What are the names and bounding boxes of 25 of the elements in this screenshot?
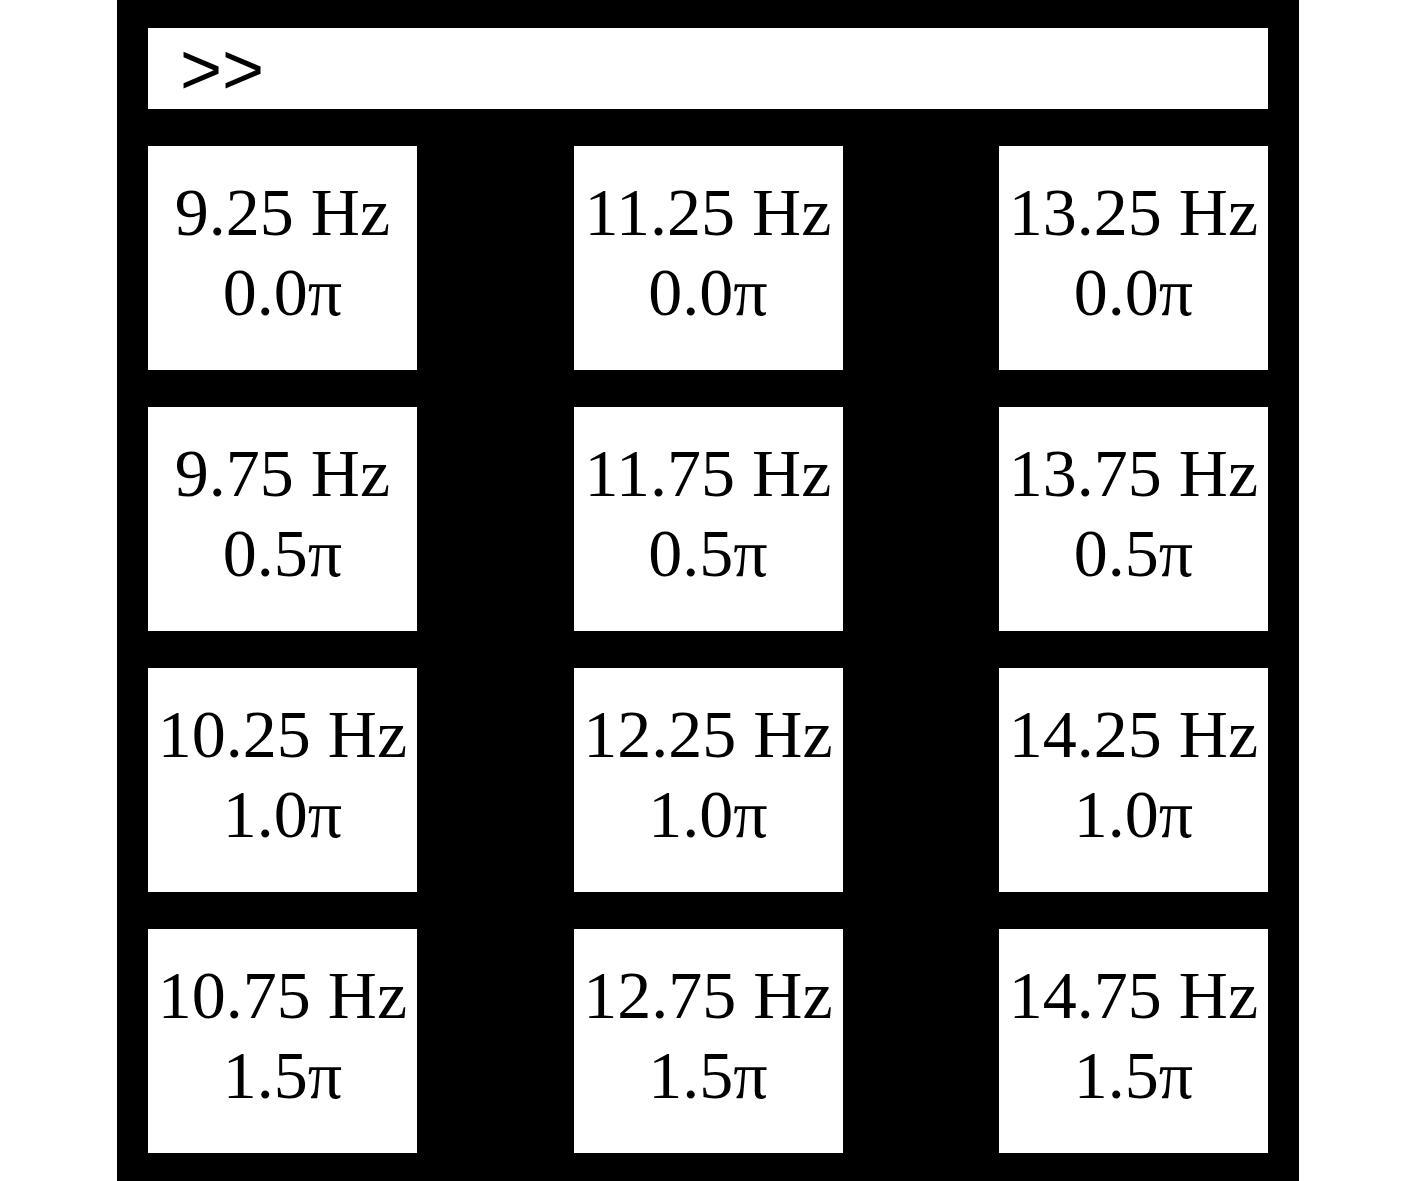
frequency-label: 11.75 Hz: [584, 434, 832, 513]
phase-label: 1.5π: [222, 1036, 343, 1115]
frequency-label: 10.25 Hz: [157, 695, 408, 774]
phase-label: 1.5π: [1073, 1036, 1194, 1115]
phase-label: 1.0π: [1073, 775, 1194, 854]
phase-label: 0.5π: [1073, 514, 1194, 593]
phase-label: 0.0π: [648, 253, 768, 332]
frequency-label: 11.25 Hz: [584, 173, 832, 252]
phase-label: 1.5π: [648, 1036, 768, 1115]
frequency-label: 14.75 Hz: [1008, 956, 1259, 1035]
phase-label: 0.5π: [648, 514, 768, 593]
phase-label: 0.5π: [222, 514, 343, 593]
frequency-label: 12.25 Hz: [583, 695, 833, 774]
frequency-label: 9.25 Hz: [174, 173, 391, 252]
phase-label: 1.0π: [648, 775, 768, 854]
frequency-label: 9.75 Hz: [174, 434, 391, 513]
frequency-label: 12.75 Hz: [583, 956, 833, 1035]
frequency-label: 13.75 Hz: [1008, 434, 1259, 513]
phase-label: 1.0π: [222, 775, 343, 854]
frequency-label: 14.25 Hz: [1008, 695, 1259, 774]
phase-label: 0.0π: [1073, 253, 1194, 332]
phase-label: 0.0π: [222, 253, 343, 332]
frequency-label: 13.25 Hz: [1008, 173, 1259, 252]
frequency-label: 10.75 Hz: [157, 956, 408, 1035]
input-field[interactable]: >>: [148, 28, 1268, 109]
